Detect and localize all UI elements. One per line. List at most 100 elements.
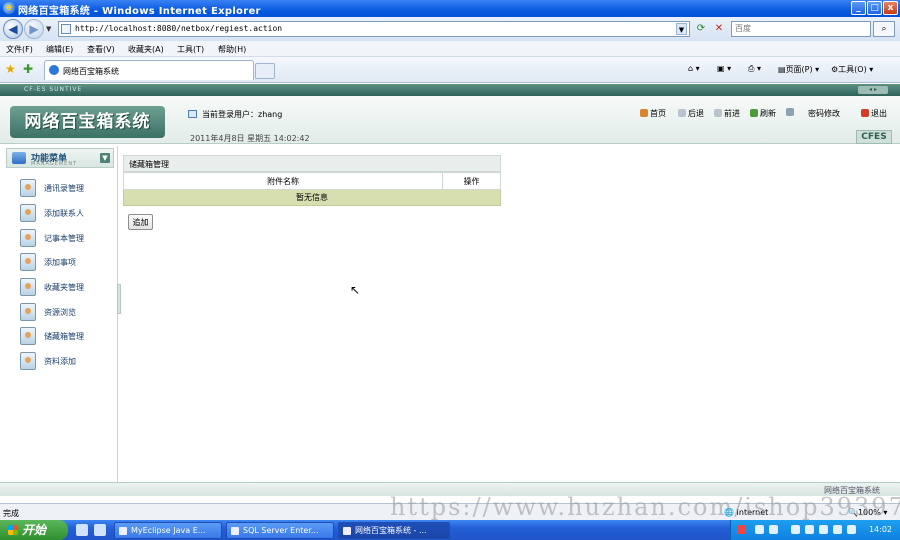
tray-misc-icon[interactable] bbox=[847, 525, 856, 534]
menu-help[interactable]: 帮助(H) bbox=[218, 44, 246, 55]
tray-network-icon[interactable] bbox=[755, 525, 764, 534]
add-favorite-icon[interactable]: ✚ bbox=[23, 62, 33, 76]
start-label: 开始 bbox=[22, 523, 47, 537]
refresh-link[interactable]: 刷新 bbox=[750, 108, 776, 119]
window-titlebar[interactable]: e 网络百宝箱系统 - Windows Internet Explorer _ … bbox=[0, 0, 900, 17]
cfes-badge: CFES bbox=[856, 130, 892, 144]
print-icon[interactable]: ⎙ ▾ bbox=[748, 64, 761, 74]
system-tray: 14:02 bbox=[730, 520, 900, 540]
sidebar-item-label: 记事本管理 bbox=[44, 234, 84, 243]
storage-icon bbox=[20, 327, 36, 345]
sidebar-item-resources[interactable]: 资源浏览 bbox=[18, 302, 114, 322]
menu-file[interactable]: 文件(F) bbox=[6, 44, 33, 55]
logout-link-label: 退出 bbox=[871, 109, 887, 118]
menu-view[interactable]: 查看(V) bbox=[87, 44, 115, 55]
new-tab-button[interactable] bbox=[255, 63, 275, 79]
strip-brand: CF-ES SUNTIVE bbox=[24, 86, 83, 93]
forward-arrow-icon[interactable]: ▶ bbox=[24, 19, 44, 39]
refresh-icon[interactable]: ⟳ bbox=[693, 21, 709, 37]
tray-display-icon[interactable] bbox=[833, 525, 842, 534]
favorites-star-icon[interactable]: ★ bbox=[5, 62, 16, 76]
url-text[interactable]: http://localhost:8080/netbox/regiest.act… bbox=[75, 24, 282, 33]
sidebar-item-favorites[interactable]: 收藏夹管理 bbox=[18, 277, 114, 297]
refresh-link-label: 刷新 bbox=[760, 109, 776, 118]
sidebar-item-notes[interactable]: 记事本管理 bbox=[18, 228, 114, 248]
forward-link-icon bbox=[714, 109, 722, 117]
feeds-icon[interactable]: ▣ ▾ bbox=[717, 64, 731, 73]
tray-security-icon[interactable] bbox=[769, 525, 778, 534]
attachments-table: 附件名称 操作 暂无信息 bbox=[122, 172, 501, 206]
quicklaunch-desktop-icon[interactable] bbox=[76, 524, 88, 536]
current-user: 当前登录用户：zhang bbox=[202, 109, 282, 120]
strip-nav-icon[interactable]: ◂ ▸ bbox=[858, 86, 888, 94]
address-bar[interactable]: http://localhost:8080/netbox/regiest.act… bbox=[58, 21, 690, 37]
tab-active[interactable]: 网络百宝箱系统 bbox=[44, 60, 254, 80]
task-sql-server[interactable]: SQL Server Enter... bbox=[226, 522, 334, 539]
table-header-row: 附件名称 操作 bbox=[122, 172, 501, 190]
stop-icon[interactable]: ✕ bbox=[711, 21, 727, 37]
task-myeclipse[interactable]: MyEclipse Java E... bbox=[114, 522, 222, 539]
menu-favorites[interactable]: 收藏夹(A) bbox=[128, 44, 164, 55]
search-icon[interactable]: ⌕ bbox=[873, 21, 895, 37]
sidebar-item-label: 储藏箱管理 bbox=[44, 332, 84, 341]
notes-icon bbox=[20, 229, 36, 247]
logout-link[interactable]: 退出 bbox=[861, 108, 887, 119]
sidebar-item-storage[interactable]: 储藏箱管理 bbox=[18, 326, 114, 346]
sidebar-item-label: 资源浏览 bbox=[44, 308, 76, 317]
sidebar-item-add-event[interactable]: 添加事项 bbox=[18, 252, 114, 272]
page-menu[interactable]: ▤页面(P) ▾ bbox=[778, 64, 819, 75]
tray-input-icon[interactable] bbox=[791, 525, 800, 534]
col-action: 操作 bbox=[442, 172, 501, 190]
tray-app-icon[interactable] bbox=[737, 525, 746, 534]
minimize-button[interactable]: _ bbox=[851, 1, 866, 15]
search-box[interactable] bbox=[731, 21, 871, 37]
page-menu-label: 页面(P) bbox=[785, 65, 813, 74]
current-user-label: 当前登录用户： bbox=[202, 110, 258, 119]
sidebar-item-label: 收藏夹管理 bbox=[44, 283, 84, 292]
mouse-cursor-icon: ↖ bbox=[350, 283, 361, 297]
storage-panel: 储藏箱管理 附件名称 操作 暂无信息 bbox=[122, 155, 501, 206]
task-browser[interactable]: 网络百宝箱系统 - ... bbox=[338, 522, 450, 539]
back-link[interactable]: 后退 bbox=[678, 108, 704, 119]
web-app: CF-ES SUNTIVE ◂ ▸ 网络百宝箱系统 当前登录用户：zhang 2… bbox=[0, 84, 900, 503]
favorites-icon bbox=[20, 278, 36, 296]
add-event-icon bbox=[20, 253, 36, 271]
col-attachment-name: 附件名称 bbox=[122, 172, 444, 190]
menu-edit[interactable]: 编辑(E) bbox=[46, 44, 73, 55]
password-link-icon bbox=[786, 108, 794, 116]
sidebar-item-label: 资料添加 bbox=[44, 357, 76, 366]
tray-update-icon[interactable] bbox=[819, 525, 828, 534]
sidebar-item-add-material[interactable]: 资料添加 bbox=[18, 351, 114, 371]
home-link-icon bbox=[640, 109, 648, 117]
tab-ie-icon bbox=[49, 65, 59, 75]
home-link[interactable]: 首页 bbox=[640, 108, 666, 119]
password-link-text[interactable]: 密码修改 bbox=[808, 108, 840, 119]
tab-title: 网络百宝箱系统 bbox=[63, 67, 119, 76]
logout-icon bbox=[861, 109, 869, 117]
watermark: https://www.huzhan.com/ishop39397 bbox=[390, 493, 900, 521]
tools-menu[interactable]: ⚙工具(O) ▾ bbox=[831, 64, 873, 75]
collapse-icon[interactable]: ▼ bbox=[100, 153, 110, 163]
forward-link[interactable]: 前进 bbox=[714, 108, 740, 119]
menu-tools[interactable]: 工具(T) bbox=[177, 44, 204, 55]
tools-menu-label: 工具(O) bbox=[838, 65, 867, 74]
search-input[interactable] bbox=[732, 22, 852, 35]
home-icon[interactable]: ⌂ ▾ bbox=[688, 64, 700, 73]
address-dropdown-icon[interactable]: ▼ bbox=[676, 23, 687, 35]
close-button[interactable]: x bbox=[883, 1, 898, 15]
sidebar-splitter[interactable] bbox=[117, 284, 121, 314]
add-button[interactable]: 追加 bbox=[128, 214, 153, 230]
start-button[interactable]: 开始 bbox=[0, 520, 68, 540]
sidebar-item-contacts[interactable]: 通讯录管理 bbox=[18, 178, 114, 198]
sidebar-subtitle: MANAGEMENT bbox=[31, 161, 78, 167]
back-arrow-icon[interactable]: ◀ bbox=[3, 19, 23, 39]
address-toolbar: ◀ ▶ ▼ http://localhost:8080/netbox/regie… bbox=[0, 17, 900, 41]
sidebar-item-add-contact[interactable]: 添加联系人 bbox=[18, 203, 114, 223]
history-dropdown-icon[interactable]: ▼ bbox=[46, 25, 51, 33]
sidebar-item-label: 添加联系人 bbox=[44, 209, 84, 218]
clock: 14:02 bbox=[868, 525, 892, 534]
quicklaunch-ie-icon[interactable] bbox=[94, 524, 106, 536]
password-link[interactable] bbox=[786, 108, 796, 117]
maximize-button[interactable]: □ bbox=[867, 1, 882, 15]
tray-volume-icon[interactable] bbox=[805, 525, 814, 534]
